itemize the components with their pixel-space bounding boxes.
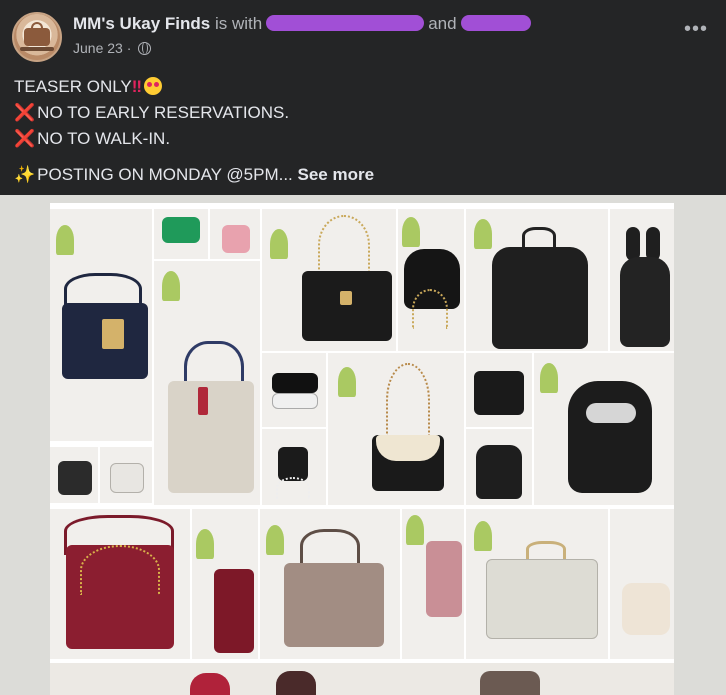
avatar-bag-shape <box>24 28 50 46</box>
cross-mark-icon: ❌ <box>14 103 36 122</box>
author-line: MM's Ukay Finds is with and <box>73 14 531 34</box>
collage-tile-green-bag <box>154 209 208 259</box>
collage-tile-beige-tote <box>154 261 260 505</box>
collage-tile-black-satchel <box>50 209 152 441</box>
caption-line-1: TEASER ONLY‼ <box>14 74 714 100</box>
and-text: and <box>428 14 457 33</box>
facebook-post: MM's Ukay Finds is with and June 23 · •••… <box>0 0 726 695</box>
collage-tile-bunny-backpack <box>610 209 674 351</box>
sparkles-icon: ✨ <box>14 165 36 184</box>
collage-tile-quilted-black-bag <box>262 209 396 351</box>
redacted-tagged-user-1[interactable] <box>266 15 425 31</box>
globe-icon[interactable] <box>138 42 152 55</box>
caption-line-4: ✨ POSTING ON MONDAY @5PM... See more <box>14 162 714 188</box>
post-photo[interactable] <box>0 195 726 695</box>
collage-tile-black-white-bag <box>262 353 326 427</box>
collage-tile-pearl-strap-bag <box>262 429 326 505</box>
collage-tile-mesh-clutch <box>466 509 608 659</box>
collage-tile-crossbody-black-cream <box>328 353 464 505</box>
collage-tile-black-backpack <box>466 209 608 351</box>
collage-tile-red-quilted-bag <box>50 509 190 659</box>
more-options-button[interactable]: ••• <box>680 19 712 44</box>
handbag-collage-image <box>50 203 674 695</box>
see-more-link[interactable]: See more <box>298 165 375 184</box>
page-avatar[interactable] <box>12 12 62 62</box>
collage-tile-small-black-bag <box>50 447 98 503</box>
caption-no-reservations: NO TO EARLY RESERVATIONS. <box>37 103 290 122</box>
avatar-logo-text <box>20 47 54 51</box>
post-header: MM's Ukay Finds is with and June 23 · ••• <box>12 10 712 62</box>
collage-tile-small-backpack <box>466 429 532 505</box>
collage-next-row-partial <box>50 663 674 695</box>
author-name-link[interactable]: MM's Ukay Finds <box>73 14 210 33</box>
collage-tile-small-white-bag <box>100 447 152 503</box>
collage-tile-black-saddle-bag <box>398 209 464 351</box>
collage-tile-red-bucket-bag <box>192 509 258 659</box>
post-date-link[interactable]: June 23 <box>73 40 123 56</box>
heart-eyes-icon <box>144 77 163 95</box>
caption-teaser-text: TEASER ONLY <box>14 77 132 96</box>
with-text: is with <box>214 14 263 33</box>
collage-tile-owl-backpack <box>534 353 674 505</box>
cross-mark-icon: ❌ <box>14 129 36 148</box>
caption-line-2: ❌ NO TO EARLY RESERVATIONS. <box>14 100 714 126</box>
collage-tile-pink-chain-bag <box>402 509 464 659</box>
post-caption: TEASER ONLY‼ ❌ NO TO EARLY RESERVATIONS. … <box>14 74 714 188</box>
collage-tile-pink-bag <box>210 209 260 259</box>
redacted-tagged-user-2[interactable] <box>460 15 531 31</box>
collage-tile-cream-pouch <box>610 509 674 659</box>
collage-tile-taupe-tote <box>260 509 400 659</box>
caption-line-3: ❌ NO TO WALK-IN. <box>14 126 714 152</box>
collage-tile-studded-tote <box>466 353 532 427</box>
caption-no-walk-in: NO TO WALK-IN. <box>37 129 171 148</box>
post-meta: June 23 · <box>73 40 152 56</box>
caption-posting-schedule: POSTING ON MONDAY @5PM... <box>37 165 293 184</box>
double-exclamation-icon: ‼ <box>131 77 143 96</box>
meta-separator: · <box>126 40 132 56</box>
